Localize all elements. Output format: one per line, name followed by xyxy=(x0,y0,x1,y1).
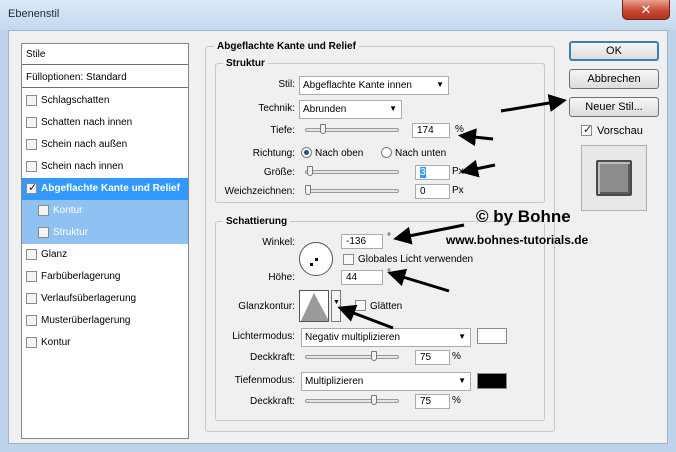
annotation-arrows xyxy=(337,94,567,330)
arrow-to-new-style-icon xyxy=(500,94,567,113)
arrow-to-size-icon xyxy=(460,159,496,178)
window-title: Ebenenstil xyxy=(8,8,60,20)
close-icon: ✕ xyxy=(640,1,652,17)
arrow-to-gloss-contour-icon xyxy=(337,304,394,330)
arrow-to-angle-icon xyxy=(393,223,465,245)
arrow-to-altitude-icon xyxy=(387,268,450,293)
close-button[interactable]: ✕ xyxy=(622,0,670,20)
dialog-body: Stile Fülloptionen: Standard Schlagschat… xyxy=(8,30,668,444)
title-bar[interactable]: Ebenenstil ✕ xyxy=(0,0,676,30)
arrow-to-depth-icon xyxy=(458,128,494,147)
